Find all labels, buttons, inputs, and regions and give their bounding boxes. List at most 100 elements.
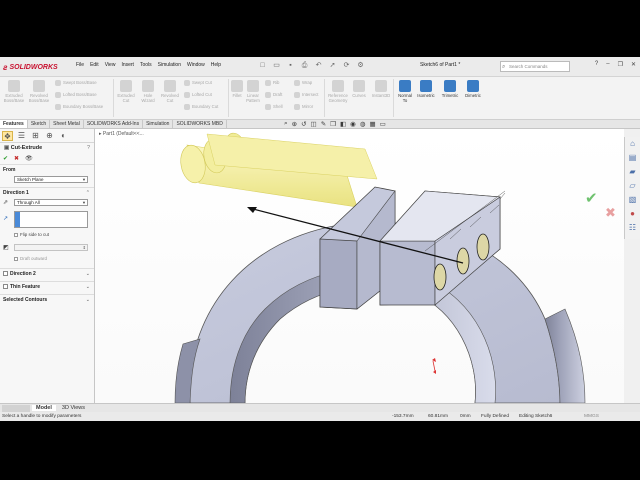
tab-features[interactable]: Features	[0, 120, 28, 128]
help-icon[interactable]: ?	[87, 145, 90, 151]
tab-simulation[interactable]: Simulation	[143, 120, 174, 128]
boundary-boss-button[interactable]: Boundary Boss/Base	[55, 104, 103, 110]
home-icon[interactable]: ⌂	[625, 137, 640, 151]
apply-scene-icon[interactable]: ▦	[369, 120, 375, 128]
boundary-cut-button[interactable]: Boundary Cut	[184, 104, 218, 110]
instant3d-button[interactable]: Instant3D	[370, 80, 392, 98]
custom-properties-icon[interactable]: ☷	[625, 221, 640, 235]
from-select[interactable]: Sketch Plane ▼	[14, 176, 88, 183]
options-gear-icon[interactable]: ⚙	[356, 61, 365, 70]
fillet-button[interactable]: Fillet	[231, 80, 243, 98]
ok-check-icon[interactable]: ✔	[3, 154, 8, 164]
thin-feature-checkbox[interactable]	[3, 284, 8, 290]
undo-icon[interactable]: ↶	[314, 61, 323, 70]
intersect-button[interactable]: Intersect	[294, 92, 318, 98]
draft-angle-input[interactable]: ⇕	[14, 244, 88, 251]
hole-wizard-button[interactable]: Hole Wizard	[138, 80, 158, 103]
view-settings-icon[interactable]: ▭	[380, 120, 386, 128]
open-icon[interactable]: ▭	[272, 61, 281, 70]
detailed-preview-icon[interactable]: 👁	[25, 154, 33, 164]
curves-button[interactable]: Curves	[352, 80, 366, 98]
end-condition-select[interactable]: Through All ▼	[14, 199, 88, 206]
view-palette-icon[interactable]: ▧	[625, 193, 640, 207]
configuration-manager-icon[interactable]: ⊞	[30, 131, 41, 141]
wrap-button[interactable]: Wrap	[294, 80, 312, 86]
hide-show-items-icon[interactable]: ◉	[350, 120, 356, 128]
thin-feature-header[interactable]: Thin Feature ⌄	[0, 281, 94, 291]
rebuild-icon[interactable]: ⟳	[342, 61, 351, 70]
view-orientation-icon[interactable]: ❒	[330, 120, 336, 128]
extruded-cut-button[interactable]: Extruded Cut	[116, 80, 136, 103]
dimxpert-manager-icon[interactable]: ⊕	[44, 131, 55, 141]
menu-edit[interactable]: Edit	[90, 62, 99, 68]
trimetric-button[interactable]: Trimetric	[439, 80, 461, 98]
tab-sketch[interactable]: Sketch	[28, 120, 51, 128]
previous-view-icon[interactable]: ↺	[301, 120, 306, 128]
dynamic-annotation-icon[interactable]: ✎	[321, 120, 326, 128]
restore-icon[interactable]: ❐	[618, 61, 623, 68]
swept-boss-button[interactable]: Swept Boss/Base	[55, 80, 97, 86]
lofted-cut-button[interactable]: Lofted Cut	[184, 92, 212, 98]
menu-view[interactable]: View	[105, 62, 116, 68]
file-explorer-icon[interactable]: ▱	[625, 179, 640, 193]
revolved-cut-button[interactable]: Revolved Cut	[160, 80, 180, 103]
draft-button[interactable]: Draft	[265, 92, 282, 98]
confirm-cancel-icon[interactable]: ✖	[605, 205, 616, 221]
direction2-checkbox[interactable]	[3, 271, 8, 277]
flip-side-checkbox[interactable]: Flip side to cut	[14, 232, 49, 237]
from-header[interactable]: From	[0, 164, 94, 174]
appearances-icon[interactable]: ●	[625, 207, 640, 221]
direction-vector-field[interactable]	[14, 211, 88, 228]
property-manager-icon[interactable]: ☰	[16, 131, 27, 141]
search-commands-input[interactable]: Search Commands	[500, 61, 570, 72]
revolved-boss-button[interactable]: Revolved Boss/Base	[28, 80, 50, 103]
dimetric-button[interactable]: Dimetric	[462, 80, 484, 98]
cancel-x-icon[interactable]: ✖	[14, 154, 19, 164]
close-icon[interactable]: ✕	[631, 61, 636, 68]
display-style-icon[interactable]: ◧	[340, 120, 346, 128]
minimize-icon[interactable]: –	[606, 61, 609, 68]
solidworks-logo[interactable]: ƨ SOLIDWORKS	[3, 60, 73, 74]
design-library-icon[interactable]: ▰	[625, 165, 640, 179]
select-icon[interactable]: ➚	[328, 61, 337, 70]
normal-to-button[interactable]: Normal To	[396, 80, 414, 103]
section-view-icon[interactable]: ◫	[311, 120, 317, 128]
menu-tools[interactable]: Tools	[140, 62, 152, 68]
isometric-button[interactable]: Isometric	[415, 80, 437, 98]
print-icon[interactable]: ⎙	[300, 61, 309, 70]
save-icon[interactable]: ▪	[286, 61, 295, 70]
tab-3d-views[interactable]: 3D Views	[58, 405, 89, 411]
zoom-to-area-icon[interactable]: ⊕	[292, 120, 297, 128]
lofted-boss-button[interactable]: Lofted Boss/Base	[55, 92, 97, 98]
graphics-area[interactable]: ▸ Part1 (Default<<... ✔ ✖	[95, 129, 624, 403]
direction1-header[interactable]: Direction 1 ⌃	[0, 187, 94, 197]
menu-help[interactable]: Help	[211, 62, 221, 68]
confirm-ok-icon[interactable]: ✔	[585, 189, 598, 207]
tab-model[interactable]: Model	[32, 405, 56, 411]
edit-appearance-icon[interactable]: ◍	[360, 120, 366, 128]
draft-outward-checkbox[interactable]: Draft outward	[14, 256, 47, 261]
zoom-to-fit-icon[interactable]: ⌕	[284, 120, 288, 128]
feature-tree-breadcrumb[interactable]: ▸ Part1 (Default<<...	[99, 131, 144, 137]
menu-file[interactable]: File	[76, 62, 84, 68]
new-icon[interactable]: □	[258, 61, 267, 70]
mirror-button[interactable]: Mirror	[294, 104, 313, 110]
tab-sheet-metal[interactable]: Sheet Metal	[50, 120, 84, 128]
linear-pattern-button[interactable]: Linear Pattern	[245, 80, 261, 103]
tab-solidworks-mbd[interactable]: SOLIDWORKS MBD	[173, 120, 227, 128]
menu-insert[interactable]: Insert	[121, 62, 134, 68]
resources-icon[interactable]: ▤	[625, 151, 640, 165]
reverse-direction-icon[interactable]: ⇗	[3, 199, 8, 206]
help-icon[interactable]: ?	[595, 61, 598, 68]
feature-manager-icon[interactable]: ❖	[2, 131, 13, 141]
extruded-boss-button[interactable]: Extruded Boss/Base	[3, 80, 25, 103]
model-viewport[interactable]	[95, 129, 624, 403]
selected-contours-header[interactable]: Selected Contours ⌄	[0, 294, 94, 304]
rib-button[interactable]: Rib	[265, 80, 279, 86]
reference-geometry-button[interactable]: Reference Geometry	[326, 80, 350, 103]
swept-cut-button[interactable]: Swept Cut	[184, 80, 212, 86]
shell-button[interactable]: Shell	[265, 104, 283, 110]
units-selector[interactable]: MMGS	[584, 414, 599, 419]
direction2-header[interactable]: Direction 2 ⌄	[0, 268, 94, 278]
tab-solidworks-add-ins[interactable]: SOLIDWORKS Add-Ins	[84, 120, 144, 128]
